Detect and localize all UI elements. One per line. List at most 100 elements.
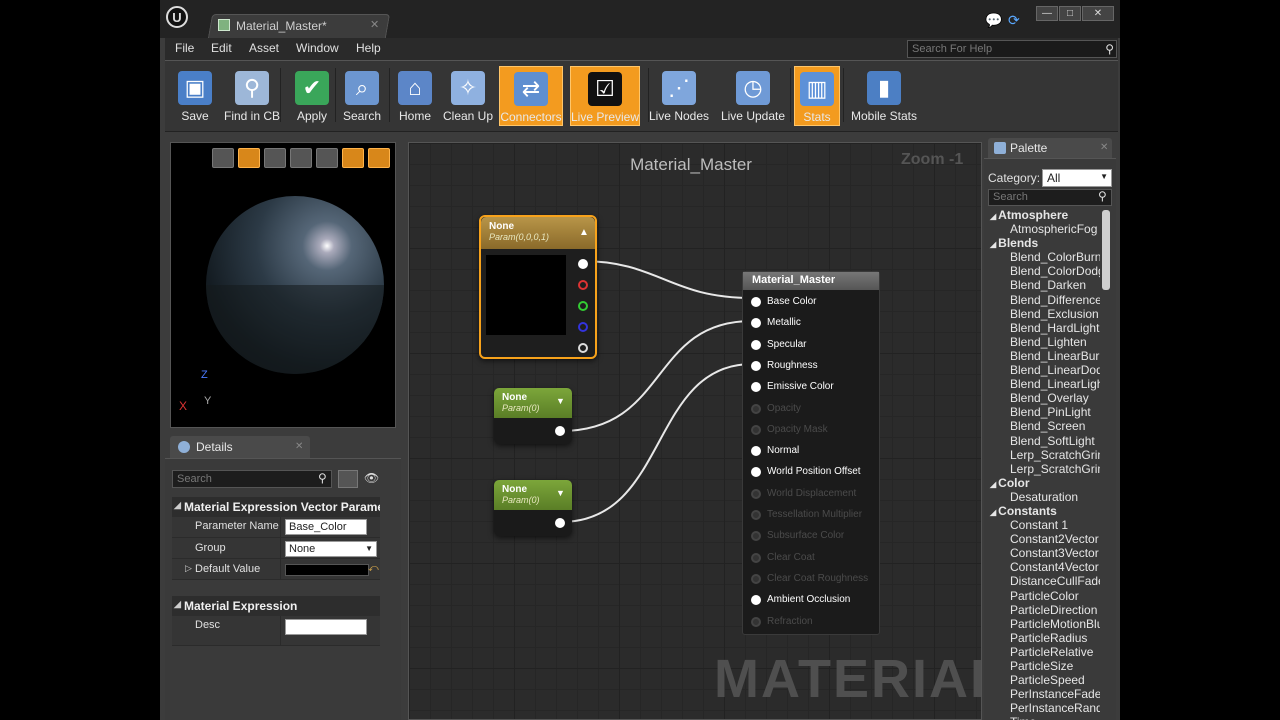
menu-asset[interactable]: Asset bbox=[249, 41, 279, 55]
input-pin-world-displacement[interactable] bbox=[751, 488, 761, 499]
preview-viewport[interactable]: Z X Y bbox=[170, 142, 396, 428]
live-update-button[interactable]: ◷ Live Update bbox=[719, 66, 787, 126]
palette-tab[interactable] bbox=[988, 138, 1112, 158]
palette-item[interactable]: Blend_HardLight bbox=[988, 321, 1100, 335]
material-master-node[interactable]: Material_Master Base Color Metallic Specul… bbox=[742, 271, 880, 635]
collapse-arrow-icon[interactable]: ▲ bbox=[579, 227, 589, 238]
close-tab-icon[interactable]: ✕ bbox=[370, 18, 379, 31]
palette-item[interactable]: Constant3Vector 3 bbox=[988, 546, 1100, 560]
close-window-button[interactable]: ✕ bbox=[1082, 6, 1114, 21]
palette-item[interactable]: Blend_Lighten bbox=[988, 335, 1100, 349]
input-pin-refraction[interactable] bbox=[751, 616, 761, 627]
palette-category[interactable]: ◢ Blends bbox=[988, 236, 1100, 250]
menu-edit[interactable]: Edit bbox=[211, 41, 232, 55]
input-pin-clear-coat[interactable] bbox=[751, 552, 761, 563]
cylinder-preview-button[interactable] bbox=[212, 148, 234, 168]
close-palette-icon[interactable]: ✕ bbox=[1100, 142, 1108, 153]
palette-item[interactable]: Blend_Exclusion bbox=[988, 307, 1100, 321]
search-button[interactable]: ⌕ Search bbox=[340, 66, 384, 126]
palette-item[interactable]: Blend_Darken bbox=[988, 278, 1100, 292]
help-search-input[interactable]: Search For Help ⚲ bbox=[907, 40, 1117, 58]
grid-toggle-button[interactable] bbox=[342, 148, 364, 168]
input-pin-base-color[interactable] bbox=[751, 297, 761, 307]
green-output-pin[interactable] bbox=[578, 301, 588, 311]
palette-item[interactable]: ParticleRelative bbox=[988, 645, 1100, 659]
palette-item[interactable]: Blend_Difference bbox=[988, 293, 1100, 307]
palette-item[interactable]: Constant2Vector 2 bbox=[988, 532, 1100, 546]
palette-item[interactable]: Lerp_ScratchGrime bbox=[988, 448, 1100, 462]
alpha-output-pin[interactable] bbox=[578, 343, 588, 353]
details-search-input[interactable]: Search bbox=[172, 470, 332, 488]
input-pin-normal[interactable] bbox=[751, 446, 761, 457]
palette-item[interactable]: PerInstanceRandom bbox=[988, 701, 1100, 715]
palette-category[interactable]: ◢ Atmosphere bbox=[988, 208, 1100, 222]
blue-output-pin[interactable] bbox=[578, 322, 588, 332]
palette-scrollbar[interactable] bbox=[1102, 210, 1110, 290]
expand-arrow-icon[interactable]: ▷ bbox=[185, 563, 192, 574]
chevron-down-icon[interactable]: ▼ bbox=[556, 396, 565, 406]
sphere-preview-button[interactable] bbox=[238, 148, 260, 168]
palette-item[interactable]: Time bbox=[988, 715, 1100, 720]
palette-item[interactable]: Constant4Vector 4 bbox=[988, 560, 1100, 574]
palette-item[interactable]: Blend_LinearDodge bbox=[988, 363, 1100, 377]
chat-icon[interactable]: 💬 bbox=[985, 12, 1002, 29]
input-pin-ambient-occlusion[interactable] bbox=[751, 595, 761, 606]
input-pin-specular[interactable] bbox=[751, 339, 761, 350]
palette-item[interactable]: Blend_Overlay bbox=[988, 391, 1100, 405]
palette-item[interactable]: Desaturation bbox=[988, 490, 1100, 504]
input-pin-clear-coat-roughness[interactable] bbox=[751, 573, 761, 584]
material-expression-category[interactable]: ◢ Material Expression bbox=[172, 596, 380, 616]
chevron-down-icon[interactable]: ▼ bbox=[556, 488, 565, 498]
input-pin-emissive-color[interactable] bbox=[751, 382, 761, 393]
menu-window[interactable]: Window bbox=[296, 41, 339, 55]
realtime-toggle-button[interactable] bbox=[368, 148, 390, 168]
palette-item[interactable]: Lerp_ScratchGrime2 bbox=[988, 462, 1100, 476]
palette-item[interactable]: Constant 1 bbox=[988, 518, 1100, 532]
input-pin-metallic[interactable] bbox=[751, 318, 761, 329]
apply-button[interactable]: ✔ Apply bbox=[290, 66, 334, 126]
cube-preview-button[interactable] bbox=[290, 148, 312, 168]
rgb-output-pin[interactable] bbox=[578, 259, 588, 269]
desc-input[interactable] bbox=[285, 619, 367, 635]
scalar-output-pin[interactable] bbox=[555, 518, 565, 528]
vector-parameter-node[interactable]: None Param(0,0,0,1) ▲ bbox=[479, 215, 597, 359]
red-output-pin[interactable] bbox=[578, 280, 588, 290]
live-nodes-button[interactable]: ⋰ Live Nodes bbox=[647, 66, 711, 126]
clean-up-button[interactable]: ✧ Clean Up bbox=[442, 66, 494, 126]
minimize-button[interactable]: — bbox=[1036, 6, 1058, 21]
menu-file[interactable]: File bbox=[175, 41, 194, 55]
reset-to-default-icon[interactable]: ⤺ bbox=[368, 563, 379, 574]
palette-item[interactable]: Blend_Screen bbox=[988, 419, 1100, 433]
mobile-stats-button[interactable]: ▮ Mobile Stats bbox=[848, 66, 920, 126]
mesh-preview-button[interactable] bbox=[316, 148, 338, 168]
sync-icon[interactable]: ⟳ bbox=[1008, 12, 1020, 29]
close-details-icon[interactable]: ✕ bbox=[295, 441, 303, 452]
scalar-parameter-node-1[interactable]: None Param(0) ▼ bbox=[494, 388, 572, 444]
palette-item[interactable]: Blend_PinLight bbox=[988, 405, 1100, 419]
stats-button[interactable]: ▥ Stats bbox=[794, 66, 840, 126]
input-pin-opacity[interactable] bbox=[751, 403, 761, 414]
find-in-cb-button[interactable]: ⚲ Find in CB bbox=[220, 66, 284, 126]
default-value-color-swatch[interactable] bbox=[285, 564, 369, 576]
save-button[interactable]: ▣ Save bbox=[172, 66, 218, 126]
palette-item[interactable]: Blend_ColorBurn bbox=[988, 250, 1100, 264]
category-select[interactable]: All ▼ bbox=[1042, 169, 1112, 187]
menu-help[interactable]: Help bbox=[356, 41, 381, 55]
palette-item[interactable]: ParticleMotionBlur bbox=[988, 617, 1100, 631]
plane-preview-button[interactable] bbox=[264, 148, 286, 168]
input-pin-roughness[interactable] bbox=[751, 360, 761, 371]
scalar-output-pin[interactable] bbox=[555, 426, 565, 436]
palette-item[interactable]: PerInstanceFade bbox=[988, 687, 1100, 701]
palette-item[interactable]: ParticleSize bbox=[988, 659, 1100, 673]
input-pin-world-position-offset[interactable] bbox=[751, 467, 761, 478]
palette-item[interactable]: Blend_SoftLight bbox=[988, 434, 1100, 448]
view-options-eye-icon[interactable]: 👁 bbox=[364, 471, 379, 485]
live-preview-button[interactable]: ☑ Live Preview bbox=[570, 66, 640, 126]
palette-item[interactable]: DistanceCullFade bbox=[988, 574, 1100, 588]
palette-item[interactable]: ParticleRadius bbox=[988, 631, 1100, 645]
details-tab[interactable] bbox=[170, 436, 310, 458]
palette-item[interactable]: ParticleSpeed bbox=[988, 673, 1100, 687]
property-matrix-button[interactable] bbox=[338, 470, 358, 488]
scalar-parameter-node-2[interactable]: None Param(0) ▼ bbox=[494, 480, 572, 536]
input-pin-opacity-mask[interactable] bbox=[751, 424, 761, 435]
